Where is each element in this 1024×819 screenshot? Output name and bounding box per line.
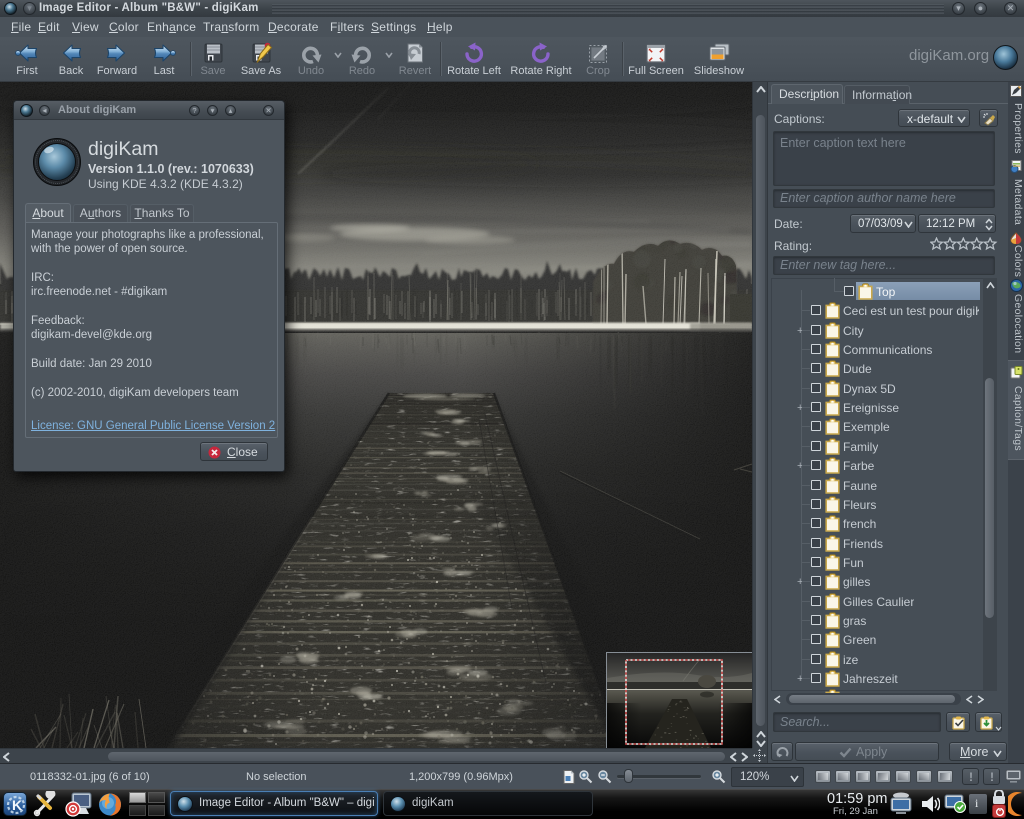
svg-text:K: K [12,797,22,813]
